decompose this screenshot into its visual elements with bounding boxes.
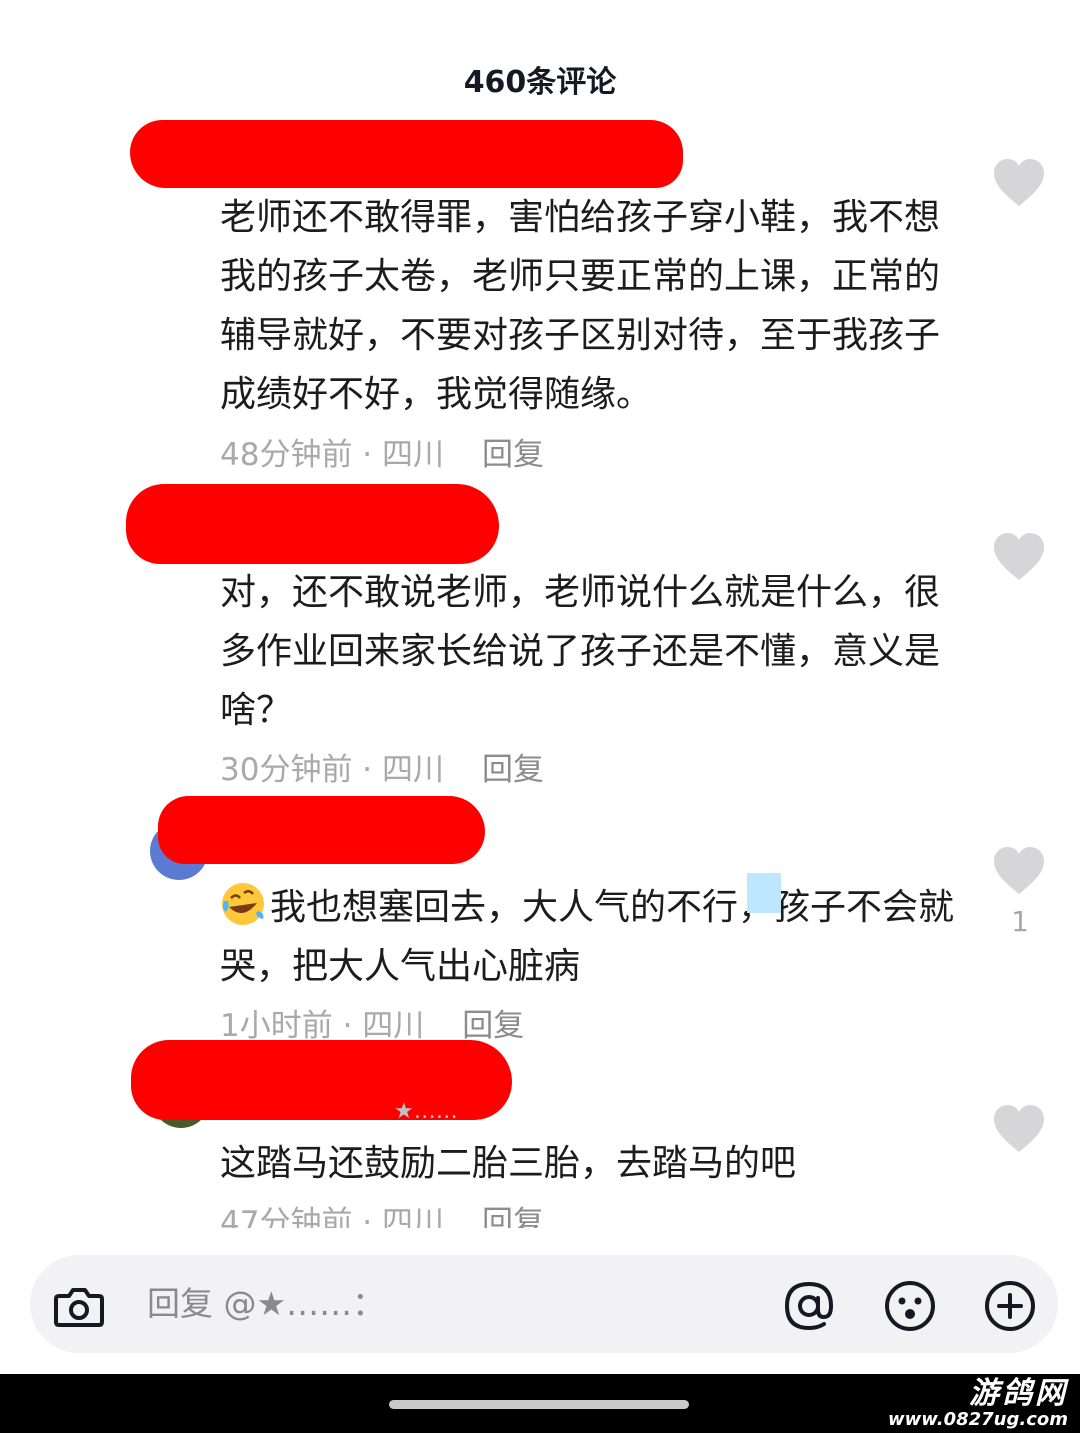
comments-count-title: 460条评论 [463, 65, 617, 100]
camera-icon[interactable] [51, 1278, 107, 1334]
comment-text-body: 我也想塞回去，大人气的不行，孩子不会就哭，把大人气出心脏病 [220, 887, 955, 987]
heart-icon[interactable] [993, 846, 1045, 896]
reply-input-bar[interactable]: 回复 @★……： [30, 1255, 1058, 1353]
comment-text: 这踏马还鼓励二胎三胎，去踏马的吧 [220, 1143, 797, 1184]
comment-text: 老师还不敢得罪，害怕给孩子穿小鞋，我不想我的孩子太卷，老师只要正常的上课，正常的… [220, 197, 941, 415]
reply-button[interactable]: 回复 [482, 437, 544, 473]
reply-input-placeholder[interactable]: 回复 @★……： [147, 1281, 385, 1327]
reply-button[interactable]: 回复 [482, 752, 544, 788]
watermark-url: www.0827ug.com [888, 1409, 1068, 1430]
heart-icon[interactable] [993, 158, 1045, 208]
laughing-emoji-icon [222, 883, 264, 925]
redacted-username [130, 120, 683, 188]
comment-text: 我也想塞回去，大人气的不行，孩子不会就哭，把大人气出心脏病 [220, 878, 970, 996]
at-icon[interactable] [781, 1278, 837, 1334]
comment-time-location: 48分钟前 · 四川 [220, 437, 445, 473]
redacted-username [126, 484, 499, 564]
emoji-icon[interactable] [882, 1278, 938, 1334]
selection-marker [747, 873, 781, 913]
comment-time-location: 30分钟前 · 四川 [220, 752, 445, 788]
comment-time-location: 1小时前 · 四川 [220, 1008, 425, 1044]
comment-meta: 47分钟前 · 四川 回复 [220, 1203, 544, 1228]
comment-meta: 48分钟前 · 四川 回复 [220, 435, 544, 475]
comment-meta: 30分钟前 · 四川 回复 [220, 750, 544, 790]
username-fragment: ★…… [394, 1099, 458, 1124]
heart-icon[interactable] [993, 1104, 1045, 1154]
comment-time-location: 47分钟前 · 四川 [220, 1205, 445, 1228]
comment-text: 对，还不敢说老师，老师说什么就是什么，很多作业回来家长给说了孩子还是不懂，意义是… [220, 572, 941, 731]
home-indicator[interactable] [389, 1400, 689, 1409]
site-watermark: 游鸽网 www.0827ug.com [888, 1378, 1068, 1430]
like-count: 1 [1011, 905, 1029, 938]
redacted-username [158, 796, 485, 864]
reply-button[interactable]: 回复 [462, 1008, 524, 1044]
plus-icon[interactable] [982, 1278, 1038, 1334]
watermark-logo-text: 游鸽网 [969, 1376, 1068, 1411]
reply-button[interactable]: 回复 [482, 1205, 544, 1228]
heart-icon[interactable] [993, 532, 1045, 582]
